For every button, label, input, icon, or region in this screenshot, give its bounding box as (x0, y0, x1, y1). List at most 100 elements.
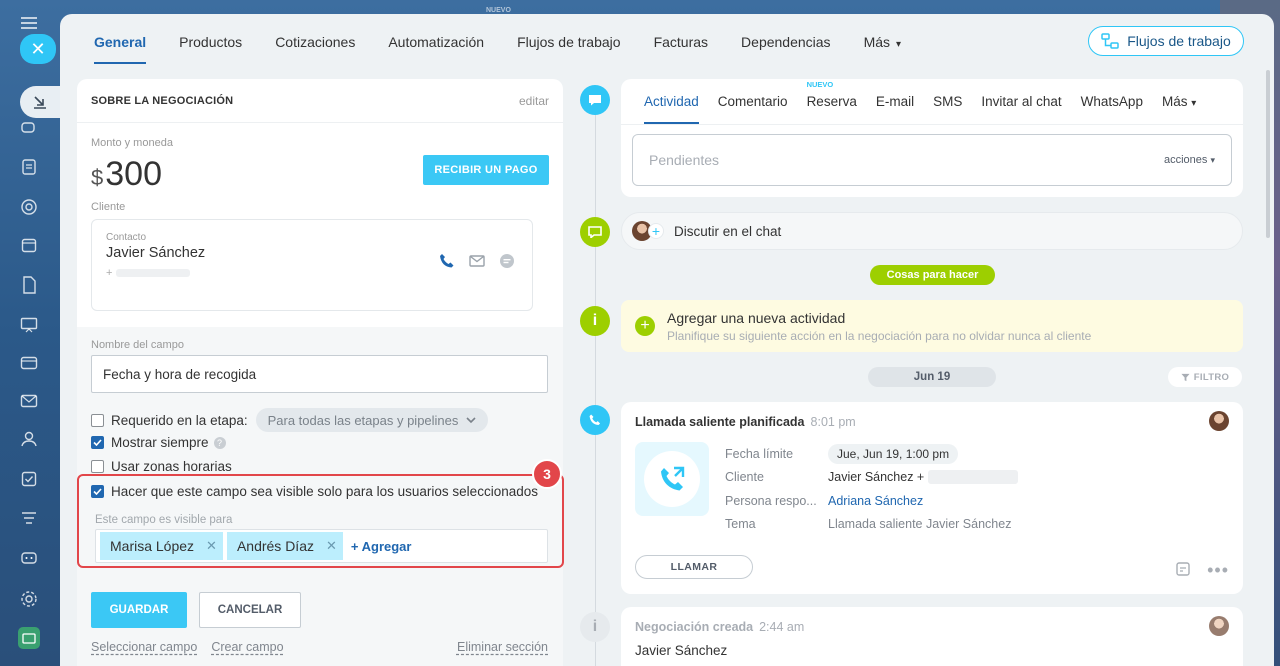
remove-user-icon[interactable]: ✕ (326, 538, 337, 554)
deadline-value[interactable]: Jue, Jun 19, 1:00 pm (828, 443, 959, 464)
field-editor: Nombre del campo Fecha y hora de recogid… (77, 327, 564, 666)
created-name[interactable]: Javier Sánchez (635, 643, 727, 658)
discuss-chat-item[interactable]: + Discutir en el chat (621, 212, 1243, 250)
pending-placeholder: Pendientes (649, 152, 720, 168)
scrollbar[interactable] (1266, 70, 1270, 238)
timezones-checkbox[interactable] (91, 460, 104, 473)
currency-symbol: $ (91, 165, 104, 190)
filter-button[interactable]: FILTRO (1168, 367, 1242, 387)
responsible-value[interactable]: Adriana Sánchez (828, 494, 923, 508)
tab-cotizaciones[interactable]: Cotizaciones (275, 28, 355, 56)
tab-flujos[interactable]: Flujos de trabajo (517, 28, 621, 56)
tab-mas[interactable]: Más ▾ (864, 28, 901, 56)
mail-icon[interactable] (18, 390, 40, 412)
cancel-button[interactable]: CANCELAR (199, 592, 301, 628)
checklist-icon[interactable] (18, 468, 40, 490)
chat-dot-icon (580, 217, 610, 247)
show-always-checkbox[interactable] (91, 436, 104, 449)
plus-icon: + (648, 223, 664, 239)
tab-dependencias[interactable]: Dependencias (741, 28, 831, 56)
pending-input[interactable]: Pendientes acciones ▾ (632, 134, 1232, 186)
call-title-row: Llamada saliente planificada 8:01 pm (635, 415, 856, 429)
delete-section-link[interactable]: Eliminar sección (457, 640, 548, 654)
stage-select[interactable]: Para todas las etapas y pipelines (255, 408, 489, 432)
actions-dropdown[interactable]: acciones ▾ (1164, 154, 1215, 166)
close-slider-button[interactable]: ✕ (20, 34, 56, 64)
user-tag-name: Andrés Díaz (236, 538, 314, 554)
remove-user-icon[interactable]: ✕ (206, 538, 217, 554)
visible-only-checkbox[interactable] (91, 485, 104, 498)
tab-facturas[interactable]: Facturas (654, 28, 708, 56)
timezones-label: Usar zonas horarias (111, 459, 232, 474)
robot-icon[interactable] (18, 546, 40, 568)
field-name-input[interactable]: Fecha y hora de recogida (91, 355, 548, 393)
board-icon[interactable] (18, 314, 40, 336)
outgoing-call-icon (644, 451, 700, 507)
chevron-down-icon (466, 416, 476, 423)
help-icon[interactable]: ? (213, 436, 226, 449)
tab-whatsapp[interactable]: WhatsApp (1081, 94, 1143, 109)
card-icon[interactable] (18, 352, 40, 374)
users-selector[interactable]: Marisa López ✕ Andrés Díaz ✕ + Agregar (95, 529, 548, 563)
document-icon[interactable] (18, 274, 40, 296)
call-activity-card: Llamada saliente planificada 8:01 pm Fech… (621, 402, 1243, 594)
menu-icon[interactable] (18, 12, 40, 34)
collapse-slider-button[interactable] (20, 86, 60, 118)
tab-email[interactable]: E-mail (876, 94, 914, 109)
tab-reserva[interactable]: NUEVO Reserva (806, 80, 857, 109)
add-activity-card[interactable]: + Agregar una nueva actividad Planifique… (621, 300, 1243, 352)
crm-icon[interactable] (18, 196, 40, 218)
filter-stack-icon[interactable] (18, 508, 40, 530)
created-title-row: Negociación creada 2:44 am (635, 620, 804, 634)
receive-payment-button[interactable]: RECIBIR UN PAGO (423, 155, 549, 185)
tab-reserva-label: Reserva (806, 94, 857, 109)
tab-actividad[interactable]: Actividad (644, 94, 699, 124)
card-tools: ••• (1175, 560, 1229, 581)
note-icon[interactable] (1175, 561, 1191, 580)
tab-automatizacion[interactable]: Automatización (388, 28, 484, 56)
market-icon[interactable] (18, 627, 40, 649)
select-field-link[interactable]: Seleccionar campo (91, 640, 197, 654)
user-tag-name: Marisa López (110, 538, 195, 554)
client-value[interactable]: Javier Sánchez + (828, 470, 924, 484)
call-button[interactable]: LLAMAR (635, 555, 753, 579)
actions-label: acciones (1163, 154, 1208, 166)
avatar (1209, 411, 1229, 434)
required-checkbox[interactable] (91, 413, 104, 427)
tab-general[interactable]: General (94, 28, 147, 64)
chat-icon[interactable] (18, 118, 40, 140)
workflows-button-label: Flujos de trabajo (1127, 33, 1231, 49)
calendar-icon[interactable] (18, 234, 40, 256)
save-button[interactable]: GUARDAR (91, 592, 187, 628)
settings-gear-icon[interactable] (18, 588, 40, 610)
phone-call-icon[interactable] (438, 252, 456, 273)
tab-more[interactable]: Más ▾ (1162, 94, 1196, 109)
tab-comentario[interactable]: Comentario (718, 94, 788, 109)
email-icon[interactable] (468, 252, 486, 273)
deadline-row: Fecha límite Jue, Jun 19, 1:00 pm (725, 442, 1018, 466)
more-options-icon[interactable]: ••• (1207, 560, 1229, 581)
info-dot-icon: i (580, 306, 610, 336)
visible-only-label: Hacer que este campo sea visible solo pa… (111, 484, 538, 499)
chat-bubble-icon[interactable] (498, 252, 516, 273)
create-field-link[interactable]: Crear campo (211, 640, 283, 654)
add-user-link[interactable]: + Agregar (351, 539, 412, 554)
deal-created-card: Negociación creada 2:44 am Javier Sánchez (621, 607, 1243, 666)
stage-select-value: Para todas las etapas y pipelines (267, 412, 459, 428)
edit-section-link[interactable]: editar (519, 94, 549, 108)
call-dot-icon (580, 405, 610, 435)
outgoing-call-icon-box (635, 442, 709, 516)
tab-productos[interactable]: Productos (179, 28, 242, 56)
discuss-chat-label: Discutir en el chat (674, 223, 782, 239)
tab-invite-chat[interactable]: Invitar al chat (981, 94, 1061, 109)
subject-value: Llamada saliente Javier Sánchez (828, 517, 1012, 532)
created-title: Negociación creada (635, 620, 754, 634)
phone-redacted (116, 269, 191, 277)
contact-label: Contacto (106, 232, 147, 243)
tab-sms[interactable]: SMS (933, 94, 962, 109)
tab-mas-label: Más (863, 34, 891, 50)
chevron-down-icon: ▾ (1191, 98, 1197, 109)
workflows-button[interactable]: Flujos de trabajo (1088, 26, 1244, 56)
tasks-icon[interactable] (18, 156, 40, 178)
contacts-icon[interactable] (18, 428, 40, 450)
